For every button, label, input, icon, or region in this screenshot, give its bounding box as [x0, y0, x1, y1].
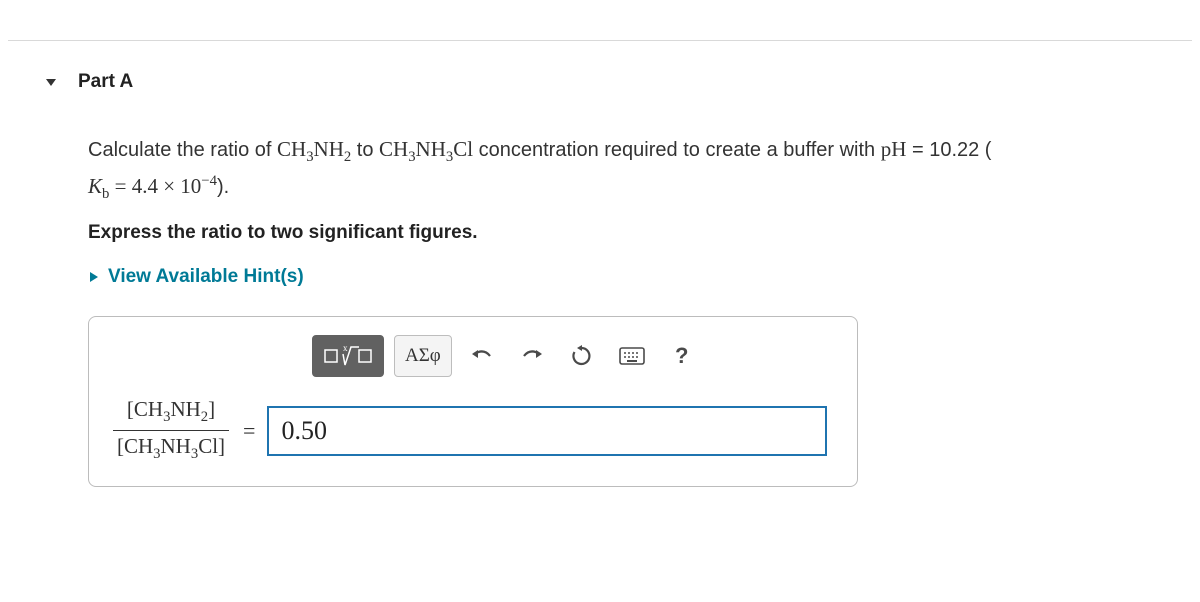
reset-icon — [571, 345, 593, 367]
expand-icon — [88, 270, 100, 284]
hint-label: View Available Hint(s) — [108, 266, 304, 288]
undo-icon — [470, 346, 494, 366]
keyboard-icon — [619, 347, 645, 365]
help-button[interactable]: ? — [662, 335, 702, 377]
keyboard-button[interactable] — [612, 335, 652, 377]
kb-exp: −4 — [201, 174, 217, 198]
collapse-icon — [44, 75, 58, 89]
ratio-expression: [CH3NH2] [CH3NH3Cl] — [113, 397, 229, 464]
instruction-text: Express the ratio to two significant fig… — [88, 222, 1192, 244]
part-header[interactable]: Part A — [8, 41, 1192, 133]
question-prompt: Calculate the ratio of CH3NH2 to CH3NH3C… — [88, 133, 1148, 206]
prompt-lead: Calculate the ratio of — [88, 139, 277, 161]
svg-text:x: x — [343, 343, 348, 353]
redo-icon — [520, 346, 544, 366]
answer-panel: x ΑΣφ — [88, 316, 858, 487]
ph-symbol: pH — [881, 137, 907, 161]
equals-sign: = — [243, 418, 255, 444]
redo-button[interactable] — [512, 335, 552, 377]
ratio-numerator: [CH3NH2] — [113, 397, 229, 431]
templates-button[interactable]: x — [312, 335, 384, 377]
reset-button[interactable] — [562, 335, 602, 377]
equation-toolbar: x ΑΣφ — [312, 335, 839, 377]
prompt-mid1: to — [351, 139, 379, 161]
ph-eq: = 10.22 ( — [906, 139, 991, 161]
kb-symbol: Kb — [88, 174, 109, 198]
undo-button[interactable] — [462, 335, 502, 377]
kb-eq: = 4.4 × 10 — [109, 174, 201, 198]
prompt-mid2: concentration required to create a buffe… — [473, 139, 881, 161]
prompt-tail: ). — [217, 176, 229, 198]
species-2: CH3NH3Cl — [379, 137, 473, 161]
species-1: CH3NH2 — [277, 137, 351, 161]
answer-input[interactable] — [267, 406, 827, 456]
part-label: Part A — [78, 71, 133, 93]
view-hints-link[interactable]: View Available Hint(s) — [88, 266, 1192, 288]
ratio-denominator: [CH3NH3Cl] — [113, 431, 229, 464]
greek-button[interactable]: ΑΣφ — [394, 335, 452, 377]
